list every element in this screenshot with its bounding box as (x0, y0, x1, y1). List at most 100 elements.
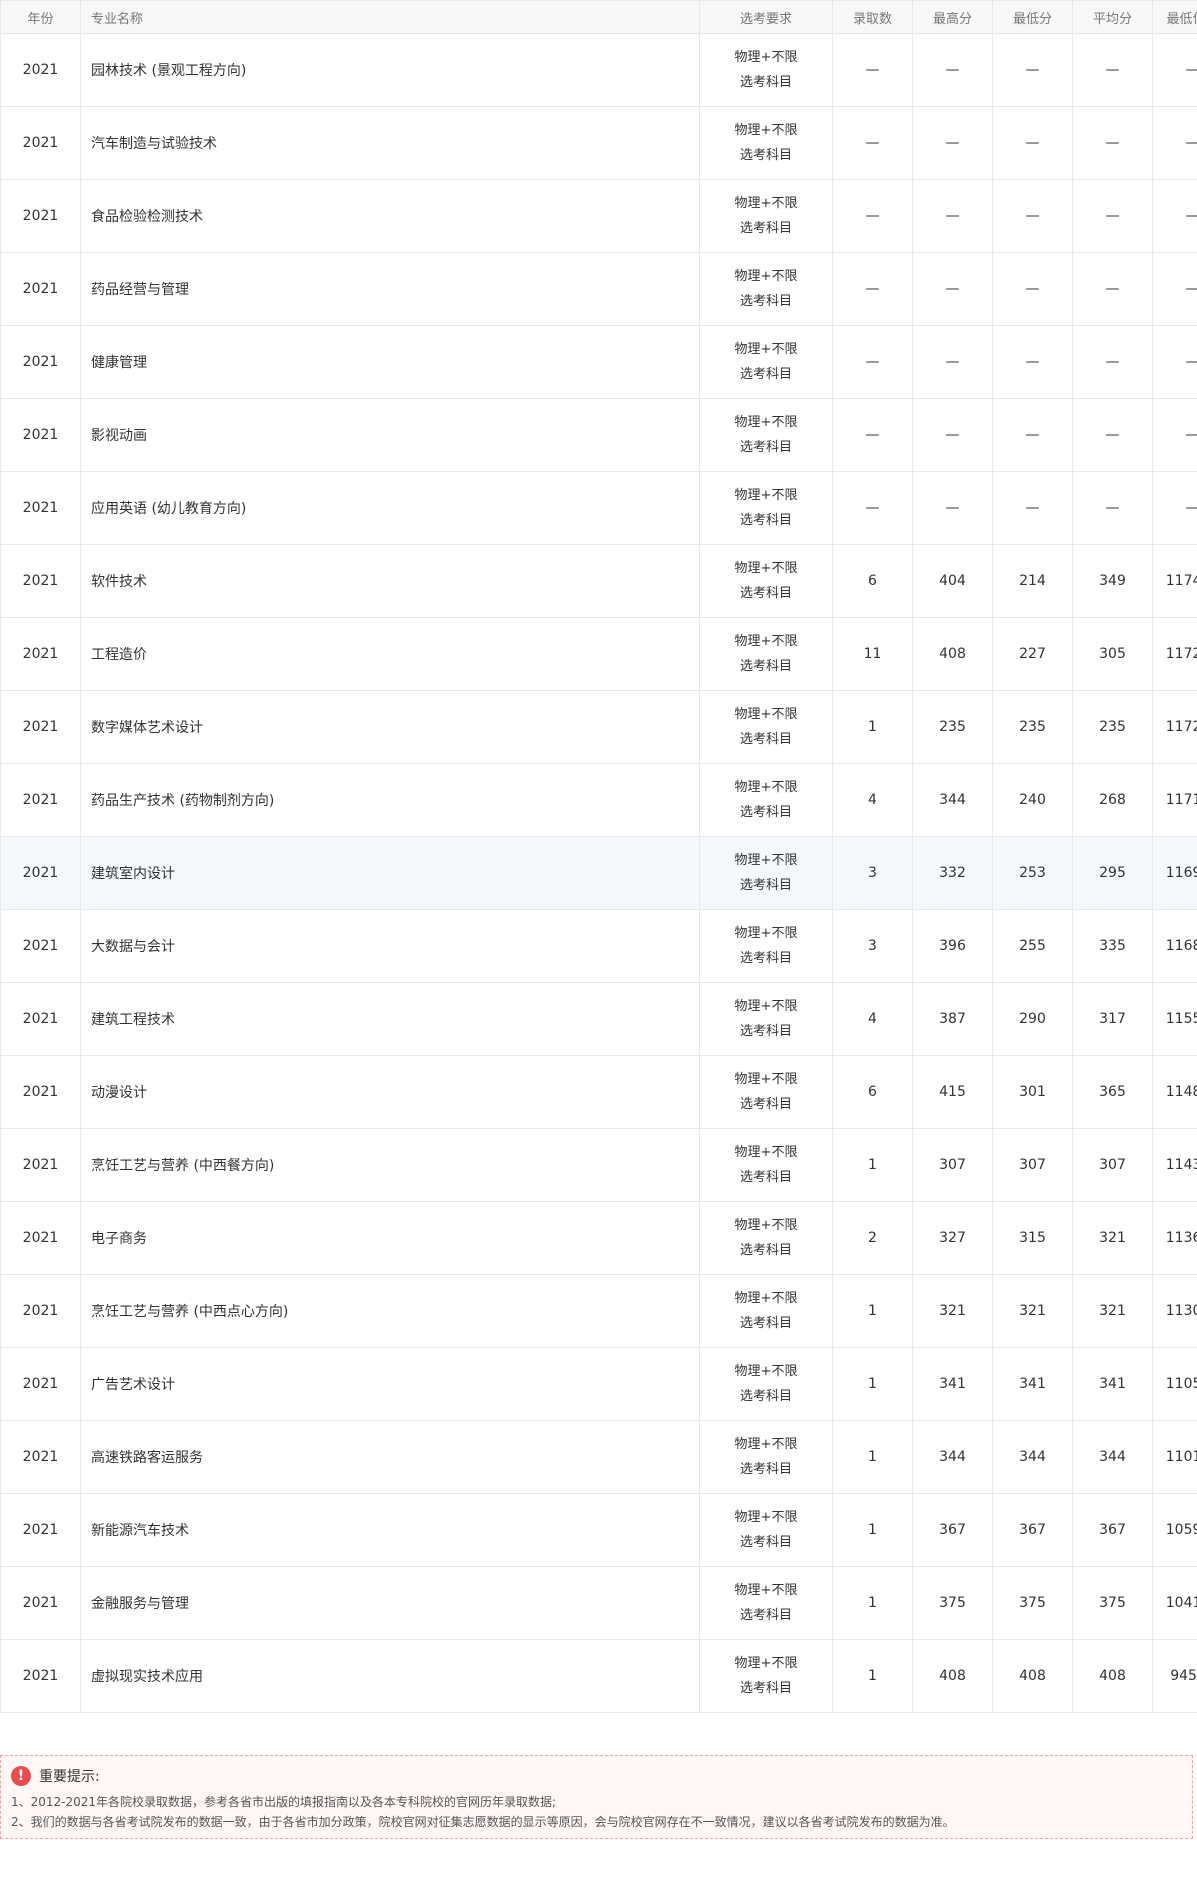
cell-min-rank: — (1152, 33, 1197, 107)
cell-avg-score: — (1072, 179, 1153, 253)
important-notice: ! 重要提示: 1、2012-2021年各院校录取数据，参考各省市出版的填报指南… (0, 1755, 1193, 1839)
requirement-line-1: 物理+不限 (734, 1656, 798, 1671)
cell-requirement: 物理+不限 选考科目 (699, 690, 833, 764)
table-row[interactable]: 2021动漫设计物理+不限选考科目6415301365114854 (0, 1055, 1197, 1129)
cell-avg-score: 367 (1072, 1493, 1153, 1567)
table-row[interactable]: 2021 烹饪工艺与营养 (中西点心方向) 物理+不限 选考科目 1 321 321 321 1… (0, 1274, 1197, 1348)
cell-avg-score: 321 (1072, 1274, 1153, 1348)
cell-admitted: 1 (832, 1347, 913, 1421)
cell-avg-score: 349 (1072, 544, 1153, 618)
table-row[interactable]: 2021 药品生产技术 (药物制剂方向) 物理+不限 选考科目 4 344 240 268 11… (0, 763, 1197, 837)
requirement-line-2: 选考科目 (739, 1608, 792, 1623)
cell-major: 动漫设计 (80, 1055, 700, 1129)
requirement-line-2: 选考科目 (739, 440, 792, 455)
requirement-line-2: 选考科目 (739, 1024, 792, 1039)
cell-min-rank: 117152 (1152, 763, 1197, 837)
table-row[interactable]: 2021应用英语 (幼儿教育方向)物理+不限选考科目————— (0, 471, 1197, 545)
requirement-line-2: 选考科目 (739, 1170, 792, 1185)
table-row[interactable]: 2021数字媒体艺术设计物理+不限选考科目1235235235117217 (0, 690, 1197, 764)
table-row[interactable]: 2021金融服务与管理物理+不限选考科目1375375375104194 (0, 1566, 1197, 1640)
cell-min-rank: 113643 (1152, 1201, 1197, 1275)
cell-year: 2021 (0, 763, 81, 837)
table-row[interactable]: 2021药品经营与管理物理+不限选考科目————— (0, 252, 1197, 326)
cell-requirement: 物理+不限 选考科目 (699, 1347, 833, 1421)
cell-avg-score: 268 (1072, 763, 1153, 837)
cell-min-score: — (992, 252, 1073, 326)
cell-admitted: — (832, 106, 913, 180)
table-row[interactable]: 2021园林技术 (景观工程方向)物理+不限选考科目————— (0, 33, 1197, 107)
cell-avg-score: — (1072, 106, 1153, 180)
cell-min-rank: — (1152, 179, 1197, 253)
requirement-line-1: 物理+不限 (734, 707, 798, 722)
table-row[interactable]: 2021大数据与会计物理+不限选考科目3396255335116888 (0, 909, 1197, 983)
cell-major: 高速铁路客运服务 (80, 1420, 700, 1494)
requirement-line-1: 物理+不限 (734, 1218, 798, 1233)
cell-year: 2021 (0, 1274, 81, 1348)
cell-major: 药品生产技术 (药物制剂方向) (80, 763, 700, 837)
cell-max-score: 408 (912, 1639, 993, 1713)
requirement-line-1: 物理+不限 (734, 488, 798, 503)
cell-avg-score: 365 (1072, 1055, 1153, 1129)
requirement-line-1: 物理+不限 (734, 196, 798, 211)
cell-requirement: 物理+不限 选考科目 (699, 544, 833, 618)
table-row[interactable]: 2021建筑室内设计物理+不限选考科目3332253295116936 (0, 836, 1197, 910)
cell-min-rank: 117298 (1152, 617, 1197, 691)
cell-year: 2021 (0, 982, 81, 1056)
table-row[interactable]: 2021软件技术物理+不限选考科目6404214349117406 (0, 544, 1197, 618)
requirement-line-2: 选考科目 (739, 659, 792, 674)
header-max-score: 最高分 (912, 0, 993, 34)
requirement-line-2: 选考科目 (739, 75, 792, 90)
table-row[interactable]: 2021影视动画物理+不限选考科目————— (0, 398, 1197, 472)
cell-admitted: 4 (832, 763, 913, 837)
cell-major: 影视动画 (80, 398, 700, 472)
cell-admitted: — (832, 33, 913, 107)
cell-admitted: 3 (832, 836, 913, 910)
cell-requirement: 物理+不限 选考科目 (699, 252, 833, 326)
table-row[interactable]: 2021食品检验检测技术物理+不限选考科目————— (0, 179, 1197, 253)
cell-requirement: 物理+不限 选考科目 (699, 1420, 833, 1494)
cell-min-score: 315 (992, 1201, 1073, 1275)
admission-table: 年份 专业名称 选考要求 录取数 最高分 最低分 平均分 最低位次 2021园林… (0, 0, 1197, 1713)
cell-avg-score: 305 (1072, 617, 1153, 691)
cell-year: 2021 (0, 617, 81, 691)
cell-avg-score: — (1072, 252, 1153, 326)
notice-line-1: 1、2012-2021年各院校录取数据，参考各省市出版的填报指南以及各本专科院校… (11, 1795, 557, 1809)
cell-avg-score: 375 (1072, 1566, 1153, 1640)
table-row[interactable]: 2021广告艺术设计物理+不限选考科目1341341341110592 (0, 1347, 1197, 1421)
cell-admitted: 1 (832, 1566, 913, 1640)
table-row[interactable]: 2021高速铁路客运服务物理+不限选考科目1344344344110162 (0, 1420, 1197, 1494)
cell-major: 软件技术 (80, 544, 700, 618)
cell-max-score: 415 (912, 1055, 993, 1129)
cell-year: 2021 (0, 909, 81, 983)
cell-max-score: 341 (912, 1347, 993, 1421)
table-row[interactable]: 2021汽车制造与试验技术物理+不限选考科目————— (0, 106, 1197, 180)
table-row[interactable]: 2021建筑工程技术物理+不限选考科目4387290317115533 (0, 982, 1197, 1056)
requirement-line-2: 选考科目 (739, 586, 792, 601)
cell-avg-score: 341 (1072, 1347, 1153, 1421)
cell-year: 2021 (0, 1639, 81, 1713)
cell-min-score: 367 (992, 1493, 1073, 1567)
cell-requirement: 物理+不限 选考科目 (699, 106, 833, 180)
cell-max-score: 408 (912, 617, 993, 691)
table-row[interactable]: 2021健康管理物理+不限选考科目————— (0, 325, 1197, 399)
requirement-line-2: 选考科目 (739, 1462, 792, 1477)
cell-max-score: 344 (912, 763, 993, 837)
table-row[interactable]: 2021工程造价物理+不限选考科目11408227305117298 (0, 617, 1197, 691)
requirement-line-1: 物理+不限 (734, 342, 798, 357)
table-row[interactable]: 2021新能源汽车技术物理+不限选考科目1367367367105991 (0, 1493, 1197, 1567)
header-requirement: 选考要求 (699, 0, 833, 34)
cell-requirement: 物理+不限 选考科目 (699, 617, 833, 691)
notice-title-row: ! 重要提示: (11, 1764, 1182, 1788)
requirement-line-1: 物理+不限 (734, 780, 798, 795)
header-admitted: 录取数 (832, 0, 913, 34)
cell-year: 2021 (0, 471, 81, 545)
table-row[interactable]: 2021虚拟现实技术应用物理+不限选考科目140840840894564 (0, 1639, 1197, 1713)
cell-avg-score: 321 (1072, 1201, 1153, 1275)
table-row[interactable]: 2021电子商务物理+不限选考科目2327315321113643 (0, 1201, 1197, 1275)
cell-min-score: 408 (992, 1639, 1073, 1713)
cell-year: 2021 (0, 544, 81, 618)
table-row[interactable]: 2021 烹饪工艺与营养 (中西餐方向) 物理+不限 选考科目 1 307 307 307 11… (0, 1128, 1197, 1202)
cell-requirement: 物理+不限 选考科目 (699, 33, 833, 107)
cell-min-rank: 110592 (1152, 1347, 1197, 1421)
cell-major: 广告艺术设计 (80, 1347, 700, 1421)
